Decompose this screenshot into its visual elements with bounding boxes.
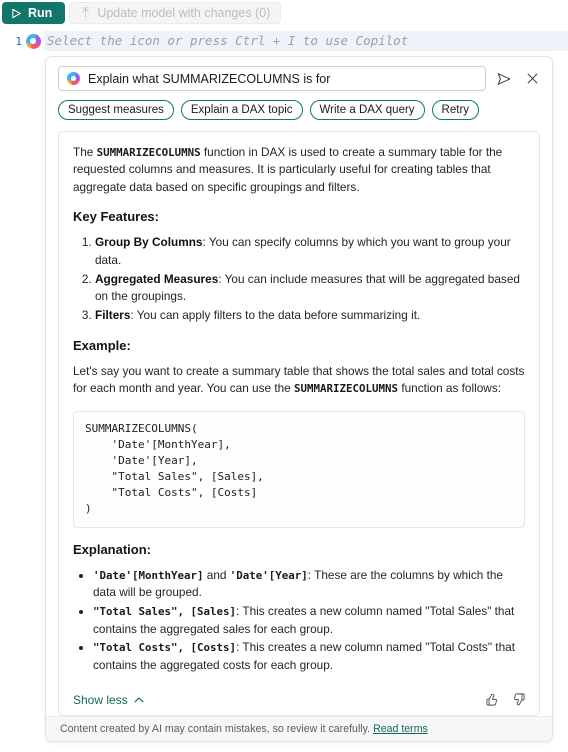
- read-terms-link[interactable]: Read terms: [373, 723, 428, 735]
- update-model-button-label: Update model with changes (0): [97, 6, 271, 20]
- editor-ghost-text: Select the icon or press Ctrl + I to use…: [44, 31, 568, 51]
- key-feature-term: Filters: [95, 308, 131, 323]
- close-icon: [525, 71, 540, 86]
- intro-paragraph: The SUMMARIZECOLUMNS function in DAX is …: [73, 144, 525, 196]
- chip-explain-a-dax-topic[interactable]: Explain a DAX topic: [180, 100, 303, 120]
- key-features-heading: Key Features:: [73, 209, 159, 225]
- example-heading: Example:: [73, 337, 131, 353]
- intro-code: SUMMARIZECOLUMNS: [96, 146, 201, 159]
- explanation-list: 'Date'[MonthYear] and 'Date'[Year]: Thes…: [73, 567, 525, 675]
- copilot-icon: [25, 33, 41, 49]
- key-feature-term: Aggregated Measures: [95, 271, 219, 286]
- chip-write-a-dax-query[interactable]: Write a DAX query: [309, 100, 425, 120]
- update-model-button[interactable]: Update model with changes (0): [69, 2, 282, 24]
- thumbs-up-button[interactable]: [484, 692, 499, 707]
- show-less-button[interactable]: Show less: [73, 693, 145, 707]
- send-button[interactable]: [494, 69, 514, 89]
- list-item: "Total Costs", [Costs]: This creates a n…: [93, 639, 525, 674]
- example-paragraph: Let's say you want to create a summary t…: [73, 363, 525, 398]
- example-code: SUMMARIZECOLUMNS: [294, 382, 399, 396]
- prompt-input-box[interactable]: Explain what SUMMARIZECOLUMNS is for: [58, 66, 486, 91]
- explanation-code-2: 'Date'[Year]: [229, 568, 308, 582]
- play-icon: [11, 8, 22, 19]
- disclaimer-text: Content created by AI may contain mistak…: [60, 723, 371, 735]
- copilot-panel: Explain what SUMMARIZECOLUMNS is for Sug…: [45, 56, 553, 742]
- key-features-list: Group By Columns: You can specify column…: [73, 234, 525, 324]
- send-icon: [496, 71, 512, 87]
- editor-line-row[interactable]: 1 Select the icon or press Ctrl + I to u…: [0, 31, 568, 51]
- copilot-gutter-button[interactable]: [22, 33, 44, 49]
- explanation-mid: and: [203, 567, 230, 582]
- explanation-code-1: "Total Costs", [Costs]: [93, 641, 237, 655]
- close-button[interactable]: [522, 69, 542, 89]
- copilot-icon: [67, 72, 80, 85]
- key-feature-text: : You can apply filters to the data befo…: [130, 308, 421, 323]
- dax-code-block[interactable]: SUMMARIZECOLUMNS( 'Date'[MonthYear], 'Da…: [73, 410, 525, 528]
- prompt-row: Explain what SUMMARIZECOLUMNS is for: [46, 57, 552, 91]
- intro-pre: The: [73, 145, 97, 159]
- example-post: function as follows:: [398, 381, 501, 396]
- response-body: The SUMMARIZECOLUMNS function in DAX is …: [59, 132, 539, 686]
- feedback-controls: [484, 692, 527, 707]
- thumbs-up-icon: [484, 692, 499, 707]
- suggestion-chips: Suggest measures Explain a DAX topic Wri…: [46, 91, 552, 122]
- chip-retry[interactable]: Retry: [431, 100, 480, 120]
- explanation-heading: Explanation:: [73, 541, 152, 557]
- line-number: 1: [15, 34, 22, 48]
- chip-suggest-measures[interactable]: Suggest measures: [58, 100, 174, 120]
- run-button-label: Run: [28, 6, 53, 20]
- list-item: Aggregated Measures: You can include mea…: [95, 271, 525, 306]
- run-button[interactable]: Run: [2, 2, 66, 24]
- prompt-input-value: Explain what SUMMARIZECOLUMNS is for: [88, 71, 331, 86]
- explanation-code-1: "Total Sales", [Sales]: [93, 605, 237, 619]
- response-card-footer: Show less: [59, 686, 539, 715]
- upload-arrow-icon: [80, 7, 91, 19]
- top-toolbar: Run Update model with changes (0): [0, 0, 568, 26]
- thumbs-down-button[interactable]: [512, 692, 527, 707]
- list-item: Group By Columns: You can specify column…: [95, 234, 525, 269]
- ai-disclaimer: Content created by AI may contain mistak…: [46, 716, 552, 741]
- thumbs-down-icon: [512, 692, 527, 707]
- show-less-label: Show less: [73, 692, 128, 707]
- key-feature-term: Group By Columns: [95, 235, 203, 250]
- chevron-up-icon: [133, 694, 145, 706]
- list-item: "Total Sales", [Sales]: This creates a n…: [93, 603, 525, 638]
- explanation-code-1: 'Date'[MonthYear]: [93, 568, 204, 582]
- list-item: 'Date'[MonthYear] and 'Date'[Year]: Thes…: [93, 567, 525, 602]
- response-card: The SUMMARIZECOLUMNS function in DAX is …: [58, 131, 540, 716]
- list-item: Filters: You can apply filters to the da…: [95, 307, 525, 325]
